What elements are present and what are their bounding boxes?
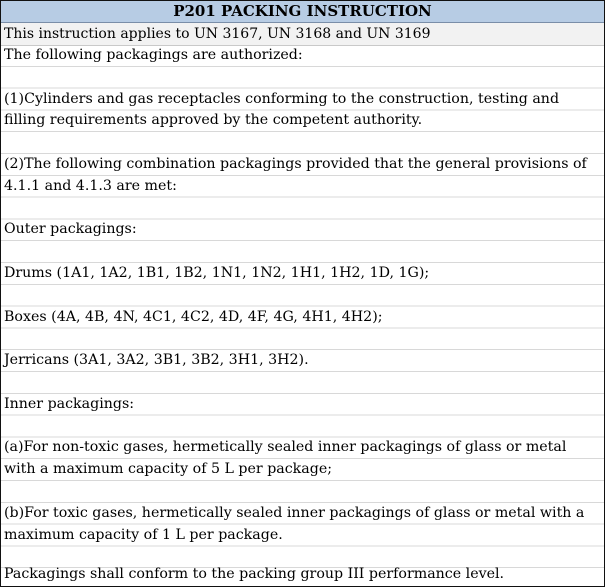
inner-toxic: (b)For toxic gases, hermetically sealed … — [4, 504, 585, 543]
instruction-body: The following packagings are authorized:… — [1, 45, 604, 586]
outer-jerricans: Jerricans (3A1, 3A2, 3B1, 3B2, 3H1, 3H2)… — [4, 352, 309, 369]
performance-level-note: Packagings shall conform to the packing … — [4, 566, 505, 582]
inner-nontoxic: (a)For non-toxic gases, hermetically sea… — [4, 439, 567, 478]
packing-instruction-sheet: P201 PACKING INSTRUCTION This instructio… — [0, 0, 605, 587]
outer-boxes: Boxes (4A, 4B, 4N, 4C1, 4C2, 4D, 4F, 4G,… — [4, 308, 383, 325]
inner-packagings-heading: Inner packagings: — [4, 395, 135, 412]
outer-drums: Drums (1A1, 1A2, 1B1, 1B2, 1N1, 1N2, 1H1… — [4, 265, 430, 281]
authorized-intro: The following packagings are authorized: — [4, 47, 303, 63]
applies-to-line: This instruction applies to UN 3167, UN … — [1, 23, 604, 46]
paragraph-cylinders: (1)Cylinders and gas receptacles conform… — [4, 90, 560, 129]
sheet-title: P201 PACKING INSTRUCTION — [1, 1, 604, 23]
outer-packagings-heading: Outer packagings: — [4, 221, 137, 238]
paragraph-combination: (2)The following combination packagings … — [4, 156, 587, 194]
